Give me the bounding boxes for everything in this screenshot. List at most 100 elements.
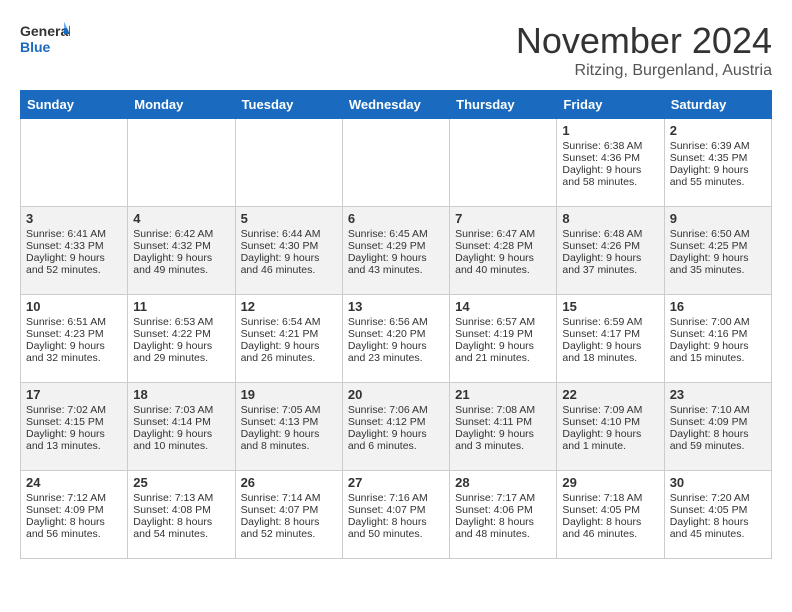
cell-content: and 21 minutes. — [455, 352, 551, 364]
header-tuesday: Tuesday — [235, 91, 342, 119]
week-row-5: 24Sunrise: 7:12 AMSunset: 4:09 PMDayligh… — [21, 471, 772, 559]
cell-content: Sunrise: 7:18 AM — [562, 492, 658, 504]
cell-content: and 37 minutes. — [562, 264, 658, 276]
cell-content: Daylight: 8 hours — [26, 516, 122, 528]
calendar-cell: 5Sunrise: 6:44 AMSunset: 4:30 PMDaylight… — [235, 207, 342, 295]
cell-content: and 1 minute. — [562, 440, 658, 452]
calendar-cell: 18Sunrise: 7:03 AMSunset: 4:14 PMDayligh… — [128, 383, 235, 471]
cell-content: Sunrise: 6:53 AM — [133, 316, 229, 328]
cell-content: Sunrise: 6:54 AM — [241, 316, 337, 328]
cell-content: and 40 minutes. — [455, 264, 551, 276]
cell-content: Sunrise: 7:06 AM — [348, 404, 444, 416]
cell-content: and 59 minutes. — [670, 440, 766, 452]
cell-content: Sunrise: 7:09 AM — [562, 404, 658, 416]
day-number: 2 — [670, 123, 766, 138]
calendar-table: SundayMondayTuesdayWednesdayThursdayFrid… — [20, 90, 772, 559]
day-number: 10 — [26, 299, 122, 314]
cell-content: Daylight: 8 hours — [562, 516, 658, 528]
cell-content: Sunrise: 6:56 AM — [348, 316, 444, 328]
calendar-cell: 16Sunrise: 7:00 AMSunset: 4:16 PMDayligh… — [664, 295, 771, 383]
cell-content: Sunrise: 6:48 AM — [562, 228, 658, 240]
cell-content: Sunrise: 6:39 AM — [670, 140, 766, 152]
cell-content: Sunset: 4:21 PM — [241, 328, 337, 340]
day-number: 19 — [241, 387, 337, 402]
cell-content: and 26 minutes. — [241, 352, 337, 364]
cell-content: Sunrise: 6:42 AM — [133, 228, 229, 240]
cell-content: Sunrise: 7:14 AM — [241, 492, 337, 504]
cell-content: Sunset: 4:08 PM — [133, 504, 229, 516]
cell-content: Daylight: 8 hours — [670, 516, 766, 528]
cell-content: Sunset: 4:26 PM — [562, 240, 658, 252]
cell-content: and 43 minutes. — [348, 264, 444, 276]
calendar-cell: 21Sunrise: 7:08 AMSunset: 4:11 PMDayligh… — [450, 383, 557, 471]
cell-content: Sunset: 4:35 PM — [670, 152, 766, 164]
cell-content: Daylight: 8 hours — [670, 428, 766, 440]
calendar-cell — [128, 119, 235, 207]
calendar-cell: 19Sunrise: 7:05 AMSunset: 4:13 PMDayligh… — [235, 383, 342, 471]
day-number: 30 — [670, 475, 766, 490]
cell-content: Sunset: 4:22 PM — [133, 328, 229, 340]
cell-content: Sunrise: 7:02 AM — [26, 404, 122, 416]
day-number: 9 — [670, 211, 766, 226]
day-number: 20 — [348, 387, 444, 402]
cell-content: Sunset: 4:05 PM — [562, 504, 658, 516]
cell-content: Daylight: 9 hours — [670, 340, 766, 352]
cell-content: Daylight: 9 hours — [455, 428, 551, 440]
calendar-cell: 13Sunrise: 6:56 AMSunset: 4:20 PMDayligh… — [342, 295, 449, 383]
calendar-cell: 14Sunrise: 6:57 AMSunset: 4:19 PMDayligh… — [450, 295, 557, 383]
cell-content: Sunset: 4:09 PM — [26, 504, 122, 516]
cell-content: Sunset: 4:32 PM — [133, 240, 229, 252]
cell-content: Sunset: 4:29 PM — [348, 240, 444, 252]
calendar-cell: 20Sunrise: 7:06 AMSunset: 4:12 PMDayligh… — [342, 383, 449, 471]
calendar-cell: 8Sunrise: 6:48 AMSunset: 4:26 PMDaylight… — [557, 207, 664, 295]
cell-content: and 46 minutes. — [562, 528, 658, 540]
calendar-cell: 15Sunrise: 6:59 AMSunset: 4:17 PMDayligh… — [557, 295, 664, 383]
cell-content: Sunset: 4:36 PM — [562, 152, 658, 164]
calendar-cell: 24Sunrise: 7:12 AMSunset: 4:09 PMDayligh… — [21, 471, 128, 559]
day-number: 28 — [455, 475, 551, 490]
cell-content: and 49 minutes. — [133, 264, 229, 276]
cell-content: Daylight: 9 hours — [670, 164, 766, 176]
svg-text:Blue: Blue — [20, 39, 51, 55]
day-number: 25 — [133, 475, 229, 490]
cell-content: Daylight: 9 hours — [241, 428, 337, 440]
calendar-cell: 22Sunrise: 7:09 AMSunset: 4:10 PMDayligh… — [557, 383, 664, 471]
calendar-cell: 29 Sunrise: 7:18 AMSunset: 4:05 PMDayligh… — [557, 471, 664, 559]
calendar-cell: 1Sunrise: 6:38 AMSunset: 4:36 PMDaylight… — [557, 119, 664, 207]
day-number: 27 — [348, 475, 444, 490]
day-number: 17 — [26, 387, 122, 402]
cell-content: Daylight: 9 hours — [670, 252, 766, 264]
day-number: 29 — [562, 475, 658, 490]
week-row-4: 17Sunrise: 7:02 AMSunset: 4:15 PMDayligh… — [21, 383, 772, 471]
cell-content: Daylight: 9 hours — [26, 340, 122, 352]
cell-content: Sunrise: 7:08 AM — [455, 404, 551, 416]
cell-content: Daylight: 9 hours — [26, 428, 122, 440]
svg-text:General: General — [20, 23, 70, 39]
cell-content: and 23 minutes. — [348, 352, 444, 364]
calendar-cell: 25Sunrise: 7:13 AMSunset: 4:08 PMDayligh… — [128, 471, 235, 559]
day-number: 26 — [241, 475, 337, 490]
day-number: 11 — [133, 299, 229, 314]
calendar-cell — [21, 119, 128, 207]
cell-content: Sunrise: 7:12 AM — [26, 492, 122, 504]
cell-content: Sunrise: 6:51 AM — [26, 316, 122, 328]
cell-content: Daylight: 8 hours — [133, 516, 229, 528]
calendar-cell: 17Sunrise: 7:02 AMSunset: 4:15 PMDayligh… — [21, 383, 128, 471]
day-number: 15 — [562, 299, 658, 314]
header-saturday: Saturday — [664, 91, 771, 119]
cell-content: Sunset: 4:05 PM — [670, 504, 766, 516]
header-sunday: Sunday — [21, 91, 128, 119]
cell-content: and 29 minutes. — [133, 352, 229, 364]
logo-svg: General Blue — [20, 20, 70, 62]
cell-content: Daylight: 8 hours — [455, 516, 551, 528]
day-number: 23 — [670, 387, 766, 402]
location: Ritzing, Burgenland, Austria — [516, 62, 772, 80]
cell-content: Sunrise: 7:05 AM — [241, 404, 337, 416]
day-number: 6 — [348, 211, 444, 226]
calendar-cell: 10Sunrise: 6:51 AMSunset: 4:23 PMDayligh… — [21, 295, 128, 383]
cell-content: Daylight: 9 hours — [562, 164, 658, 176]
cell-content: Daylight: 9 hours — [455, 252, 551, 264]
day-number: 1 — [562, 123, 658, 138]
cell-content: and 48 minutes. — [455, 528, 551, 540]
day-number: 12 — [241, 299, 337, 314]
